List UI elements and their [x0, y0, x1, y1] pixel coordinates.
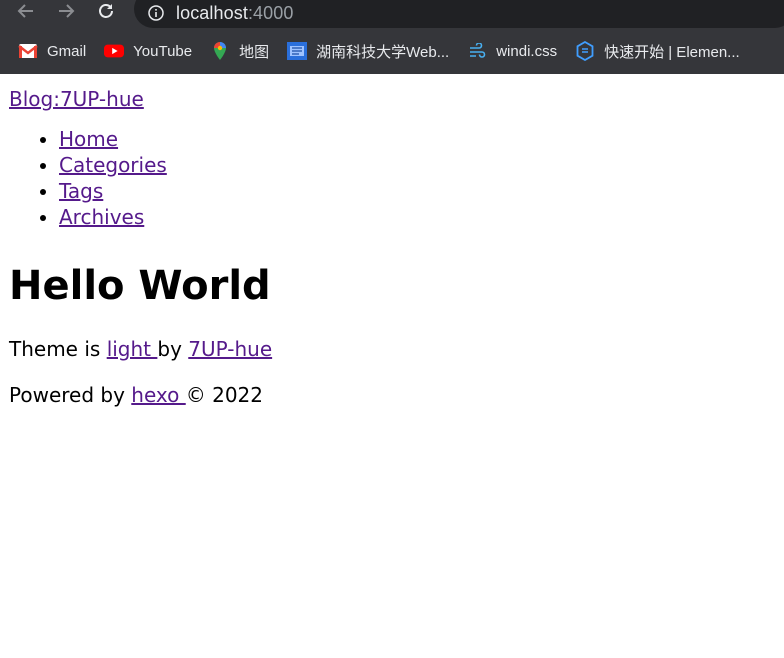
- menu-item-tags: Tags: [59, 178, 774, 204]
- browser-toolbar: localhost:4000: [0, 0, 784, 28]
- youtube-icon: [104, 41, 125, 61]
- theme-credit: Theme is light by 7UP-hue: [9, 336, 774, 362]
- bookmark-youtube[interactable]: YouTube: [104, 37, 192, 65]
- bookmark-label: 地图: [239, 43, 270, 61]
- bookmark-windi[interactable]: windi.css: [467, 37, 557, 65]
- bookmark-maps[interactable]: 地图: [210, 37, 269, 65]
- windi-icon: [467, 41, 487, 61]
- bookmarks-bar: Gmail YouTube 地图 湖南科技大学Web... windi.css: [0, 34, 784, 68]
- bookmark-university[interactable]: 湖南科技大学Web...: [287, 37, 449, 65]
- university-icon: [287, 41, 308, 61]
- theme-link[interactable]: light: [107, 337, 158, 361]
- menu-item-categories: Categories: [59, 152, 774, 178]
- forward-arrow-icon[interactable]: [54, 0, 78, 22]
- powered-prefix: Powered by: [9, 383, 132, 407]
- reload-icon[interactable]: [94, 0, 118, 22]
- author-link[interactable]: 7UP-hue: [188, 337, 272, 361]
- address-bar[interactable]: localhost:4000: [134, 0, 784, 28]
- menu-link-categories[interactable]: Categories: [59, 153, 167, 177]
- powered-by: Powered by hexo © 2022: [9, 382, 774, 408]
- bookmark-label: 湖南科技大学Web...: [316, 43, 450, 61]
- theme-by: by: [157, 337, 189, 361]
- url-host: localhost: [176, 2, 248, 23]
- theme-prefix: Theme is: [9, 337, 107, 361]
- nav-menu: Home Categories Tags Archives: [9, 126, 774, 230]
- copyright-text: © 2022: [185, 383, 263, 407]
- menu-link-archives[interactable]: Archives: [59, 205, 144, 229]
- post-title: Hello World: [9, 263, 271, 309]
- bookmark-label: 快速开始 | Elemen...: [604, 43, 740, 61]
- bookmark-gmail[interactable]: Gmail: [18, 37, 86, 65]
- browser-chrome: localhost:4000 Gmail YouTube 地图 湖南科技大学We…: [0, 0, 784, 74]
- url-port: :4000: [247, 2, 294, 23]
- info-icon[interactable]: [148, 5, 164, 21]
- page-content: Blog:7UP-hue Home Categories Tags Archiv…: [0, 74, 784, 408]
- menu-item-archives: Archives: [59, 204, 774, 230]
- gmail-icon: [18, 41, 38, 61]
- menu-item-home: Home: [59, 126, 774, 152]
- element-icon: [575, 41, 595, 61]
- bookmark-element[interactable]: 快速开始 | Elemen...: [575, 37, 740, 65]
- menu-link-tags[interactable]: Tags: [59, 179, 103, 203]
- hexo-link[interactable]: hexo: [131, 383, 185, 407]
- blog-title-link[interactable]: Blog:7UP-hue: [9, 86, 774, 112]
- bookmark-label: YouTube: [133, 42, 193, 60]
- url-text: localhost:4000: [176, 3, 294, 24]
- maps-icon: [210, 41, 230, 61]
- menu-link-home[interactable]: Home: [59, 127, 118, 151]
- back-arrow-icon[interactable]: [14, 0, 38, 22]
- bookmark-label: Gmail: [47, 42, 87, 60]
- bookmark-label: windi.css: [496, 42, 558, 60]
